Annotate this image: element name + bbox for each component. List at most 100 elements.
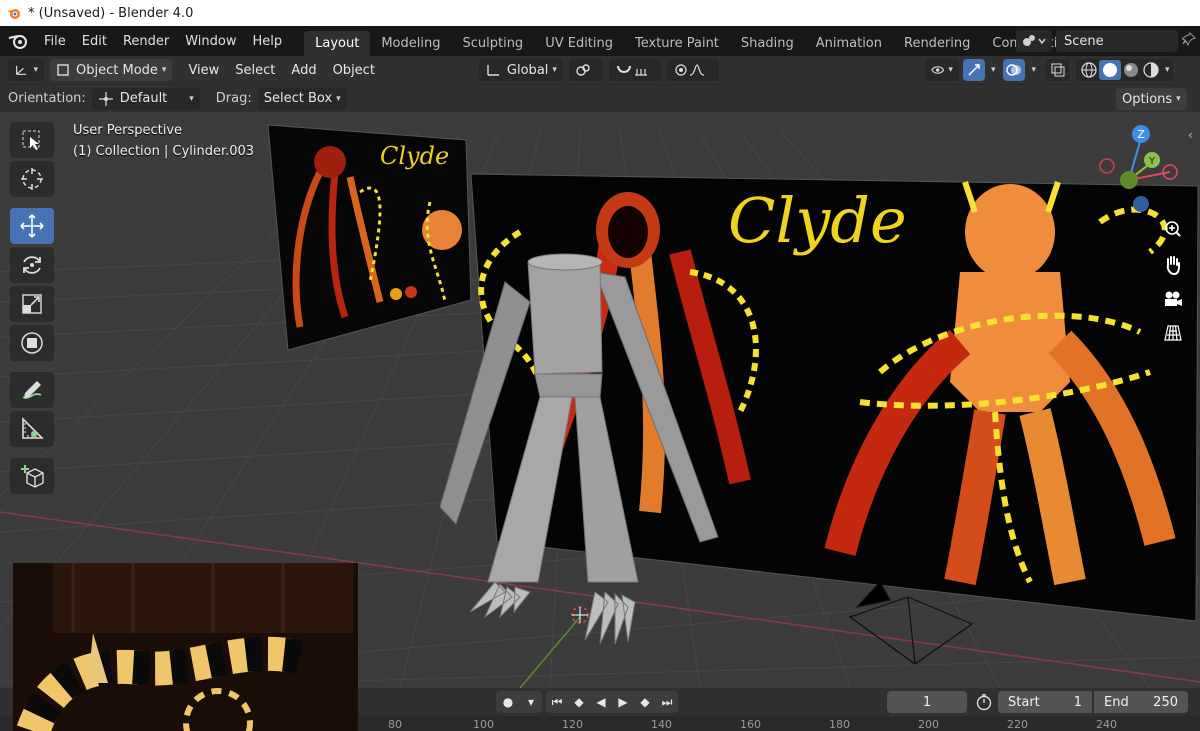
tab-sculpting[interactable]: Sculpting [451,31,534,56]
shading-dropdown[interactable]: ▾ [1165,65,1170,75]
play-reverse-button[interactable]: ◀ [590,691,612,713]
orientation-dropdown[interactable]: Default ▾ [91,87,200,110]
sidebar-toggle-icon[interactable]: ‹ [1188,128,1193,142]
snapping-button[interactable] [608,59,661,81]
rotate-tool[interactable] [10,247,54,283]
keying-dropdown[interactable]: ▾ [520,691,542,713]
xray-toggle-button[interactable] [1046,59,1070,81]
select-box-icon [22,130,40,150]
jump-to-next-keyframe-button[interactable]: ◆ [634,691,656,713]
ruler-tick: 80 [388,718,402,731]
gizmo-neg-x-axis[interactable] [1099,158,1115,174]
object-mode-dropdown[interactable]: Object Mode ▾ [50,59,173,81]
gizmo-icon [968,64,980,76]
cursor-tool[interactable] [10,161,54,197]
menu-select[interactable]: Select [227,63,283,78]
current-frame-field[interactable]: 1 [887,691,967,713]
wireframe-shading-icon[interactable] [1079,61,1099,79]
object-visibility-button[interactable]: ▾ [924,59,959,81]
ruler-tick: 180 [829,718,850,731]
ruler-tick: 200 [918,718,939,731]
overlays-toggle-button[interactable] [1003,59,1026,81]
tab-animation[interactable]: Animation [805,31,893,56]
start-value: 1 [1073,694,1082,710]
add-cube-tool[interactable] [10,458,54,494]
material-preview-icon[interactable] [1121,61,1141,79]
measure-tool[interactable] [10,411,54,447]
magnet-icon [616,65,631,73]
tab-modeling[interactable]: Modeling [370,31,451,56]
gizmo-dropdown[interactable]: ▾ [991,65,996,75]
options-dropdown[interactable]: Options ▾ [1116,88,1187,110]
transform-tool[interactable] [10,325,54,361]
pivot-point-button[interactable] [568,59,603,81]
camera-view-icon[interactable] [1160,286,1186,312]
menu-window[interactable]: Window [177,34,244,49]
scale-tool[interactable] [10,286,54,322]
transform-orientation-dropdown[interactable]: Global ▾ [478,59,563,81]
gizmo-toggle-button[interactable] [962,59,985,81]
stopwatch-icon[interactable] [975,693,995,713]
annotate-pencil-icon [22,381,42,399]
zoom-icon[interactable] [1160,216,1186,242]
select-box-tool[interactable] [10,122,54,158]
overlay-image [13,563,358,731]
gizmo-neg-z-axis[interactable] [1133,196,1149,212]
reference-image-small[interactable]: Clyde [267,124,472,351]
pivot-icon [576,64,590,76]
drag-dropdown[interactable]: Select Box ▾ [257,87,347,110]
ruler-tick: 120 [562,718,583,731]
3d-cursor[interactable] [571,606,589,624]
tool-shelf [10,122,54,497]
proportional-editing-button[interactable] [666,59,719,81]
ruler-tick: 240 [1096,718,1117,731]
menu-edit[interactable]: Edit [74,34,115,49]
reference-large-title: Clyde [728,184,907,257]
editor-type-button[interactable]: ▾ [8,59,44,81]
end-value: 250 [1153,694,1178,710]
blender-menu-icon[interactable] [8,32,32,50]
scene-browse-button[interactable] [1016,30,1052,52]
tab-shading[interactable]: Shading [730,31,805,56]
scene-icon [1023,35,1046,46]
gizmo-neg-y-axis[interactable] [1120,171,1138,189]
menu-object[interactable]: Object [325,63,383,78]
overlays-icon [1006,64,1022,76]
menu-render[interactable]: Render [115,34,177,49]
jump-to-prev-keyframe-button[interactable]: ◆ [568,691,590,713]
orientation-label: Orientation: [8,91,86,106]
annotate-tool[interactable] [10,372,54,408]
drag-value: Select Box [263,91,333,106]
add-cube-icon [21,465,44,488]
falloff-curve-icon [689,64,705,76]
pan-hand-icon[interactable] [1160,252,1186,278]
jump-to-end-button[interactable]: ⏭ [656,691,678,713]
tab-layout[interactable]: Layout [304,31,371,56]
move-tool[interactable] [10,208,54,244]
menu-add[interactable]: Add [283,63,324,78]
rendered-shading-icon[interactable] [1141,61,1161,79]
menu-file[interactable]: File [36,34,74,49]
pin-icon[interactable] [1178,32,1200,50]
perspective-toggle-icon[interactable] [1160,320,1186,346]
menu-view[interactable]: View [180,63,227,78]
keyframe-toggle-button[interactable]: ● [496,691,520,713]
scene-name-field[interactable]: Scene [1056,30,1178,52]
end-frame-field[interactable]: End 250 [1094,691,1188,713]
tab-rendering[interactable]: Rendering [893,31,981,56]
camera-object[interactable] [848,580,974,665]
viewport-header: ▾ Object Mode ▾ View Select Add Object Gl… [0,56,1200,84]
tab-uv-editing[interactable]: UV Editing [534,31,624,56]
play-button[interactable]: ▶ [612,691,634,713]
overlays-dropdown[interactable]: ▾ [1031,65,1036,75]
scale-icon [22,294,42,314]
solid-shading-icon[interactable] [1099,60,1121,80]
cursor-icon [21,168,43,190]
tab-texture-paint[interactable]: Texture Paint [624,31,730,56]
menu-help[interactable]: Help [245,34,291,49]
move-icon [20,214,44,238]
jump-to-start-button[interactable]: ⏮ [546,691,568,713]
blender-logo-icon [7,9,20,19]
end-label: End [1104,694,1129,710]
start-frame-field[interactable]: Start 1 [998,691,1092,713]
